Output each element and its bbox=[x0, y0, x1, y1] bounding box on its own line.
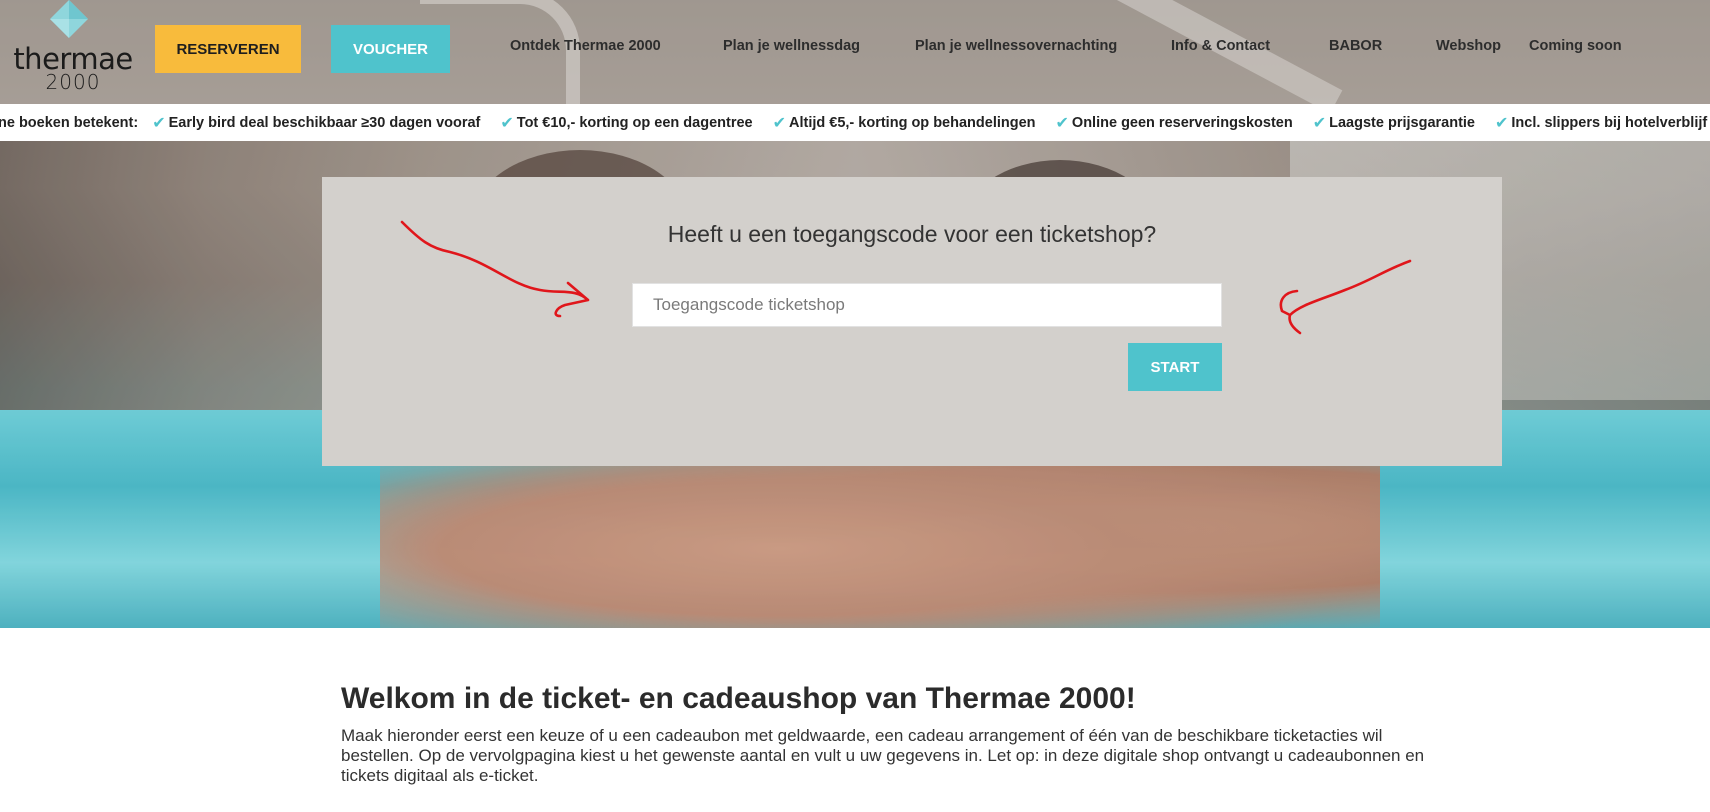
logo-number: 2000 bbox=[45, 70, 101, 94]
usp-item: ✔ Tot €10,- korting op een dagentree bbox=[500, 113, 753, 132]
nav-webshop[interactable]: Webshop bbox=[1436, 38, 1501, 58]
site-header: thermae 2000 RESERVEREN VOUCHER Ontdek T… bbox=[0, 0, 1710, 104]
nav-wellnessdag[interactable]: Plan je wellnessdag bbox=[723, 38, 860, 58]
checkmark-icon: ✔ bbox=[1495, 113, 1509, 132]
checkmark-icon: ✔ bbox=[772, 113, 786, 132]
ticketshop-panel: Heeft u een toegangscode voor een ticket… bbox=[322, 177, 1502, 466]
voucher-button[interactable]: VOUCHER bbox=[331, 25, 450, 73]
access-code-input[interactable] bbox=[632, 283, 1222, 327]
usp-strip: ne boeken betekent: ✔ Early bird deal bes… bbox=[0, 104, 1710, 141]
welcome-title: Welkom in de ticket- en cadeaushop van T… bbox=[341, 682, 1136, 715]
checkmark-icon: ✔ bbox=[500, 113, 514, 132]
checkmark-icon: ✔ bbox=[152, 113, 166, 132]
usp-lead: ne boeken betekent: bbox=[0, 114, 139, 131]
usp-item: ✔ Incl. slippers bij hotelverblijf bbox=[1495, 113, 1708, 132]
nav-wellnessovernachting[interactable]: Plan je wellnessovernachting bbox=[915, 38, 1117, 58]
start-button[interactable]: START bbox=[1128, 343, 1222, 391]
diamond-logo-icon bbox=[50, 0, 88, 38]
checkmark-icon: ✔ bbox=[1055, 113, 1069, 132]
nav-info-contact[interactable]: Info & Contact bbox=[1171, 38, 1270, 58]
nav-coming-soon[interactable]: Coming soon bbox=[1529, 38, 1622, 58]
usp-item: ✔ Laagste prijsgarantie bbox=[1312, 113, 1475, 132]
reserve-button[interactable]: RESERVEREN bbox=[155, 25, 301, 73]
checkmark-icon: ✔ bbox=[1312, 113, 1327, 132]
usp-item: ✔ Online geen reserveringskosten bbox=[1055, 113, 1293, 132]
nav-ontdek[interactable]: Ontdek Thermae 2000 bbox=[510, 38, 661, 58]
usp-item: ✔ Altijd €5,- korting op behandelingen bbox=[772, 113, 1036, 132]
nav-babor[interactable]: BABOR bbox=[1329, 38, 1382, 58]
site-logo[interactable]: thermae 2000 bbox=[8, 0, 133, 96]
welcome-text: Maak hieronder eerst een keuze of u een … bbox=[341, 726, 1425, 785]
usp-item: ✔ Early bird deal beschikbaar ≥30 dagen v… bbox=[152, 113, 481, 132]
ticketshop-title: Heeft u een toegangscode voor een ticket… bbox=[667, 221, 1157, 247]
